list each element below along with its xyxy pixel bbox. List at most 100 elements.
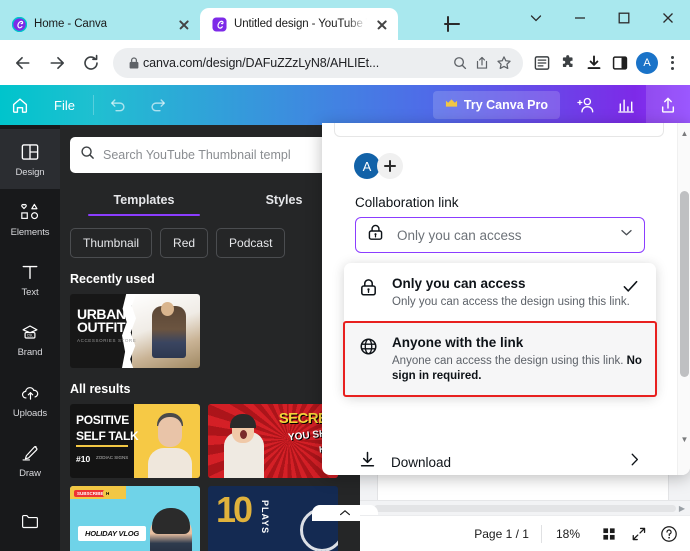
panel-tabs: Templates Styles [60, 187, 360, 216]
share-icon[interactable] [471, 52, 493, 74]
access-option-title: Only you can access [392, 276, 526, 291]
dropdown-scrollbar[interactable]: ▲ ▼ [677, 123, 690, 475]
template-card-holiday-vlog[interactable]: SUBSCRIBE H HOLIDAY VLOG [70, 486, 200, 551]
scroll-down-arrow[interactable]: ▼ [680, 433, 689, 445]
expand-arrows-icon[interactable] [624, 519, 654, 549]
share-dropdown-content: A Collaboration link Only you can access [322, 123, 674, 475]
scroll-right-arrow[interactable]: ▶ [676, 503, 688, 514]
folder-icon [20, 510, 40, 532]
template-figure-head [158, 417, 182, 447]
sidebar-item-uploads[interactable]: Uploads [0, 370, 60, 430]
canva-square-icon [212, 16, 227, 32]
template-figure-head [161, 302, 174, 316]
collaboration-link-heading: Collaboration link [355, 195, 459, 210]
access-option-only-you[interactable]: Only you can access Only you can access … [344, 263, 656, 322]
chip-thumbnail[interactable]: Thumbnail [70, 228, 153, 258]
undo-icon[interactable] [98, 85, 138, 125]
home-icon[interactable] [0, 85, 40, 125]
crown-icon [445, 98, 458, 112]
access-option-anyone-with-link[interactable]: Anyone with the link Anyone can access t… [343, 321, 657, 397]
template-title-line2: SELF TALK [76, 429, 139, 443]
canvas-horizontal-scrollbar[interactable]: ◀ ▶ [360, 500, 690, 515]
help-question-icon[interactable] [654, 519, 684, 549]
reload-icon[interactable] [75, 47, 107, 79]
download-icon [358, 450, 377, 474]
templates-panel: Search YouTube Thumbnail templ Templates… [60, 125, 360, 551]
maximize-icon[interactable] [602, 1, 646, 35]
canva-circle-icon [11, 16, 28, 32]
template-badge-secondary: H [103, 490, 113, 497]
try-canva-pro-button[interactable]: Try Canva Pro [432, 91, 560, 119]
address-bar-url: canva.com/design/DAFuZZzLyN8/AHLIEt... [143, 55, 380, 70]
plus-icon[interactable] [377, 153, 403, 179]
share-upload-icon[interactable] [646, 85, 690, 125]
star-icon[interactable] [493, 52, 515, 74]
side-panel-icon[interactable] [607, 48, 633, 78]
reading-list-icon[interactable] [529, 48, 555, 78]
browser-window: Home - Canva Untitled design - YouTube T… [0, 0, 690, 551]
template-small-text: ZODIAC SIGNS [96, 455, 129, 460]
chevron-down-icon[interactable] [619, 225, 634, 245]
recently-used-list: URBAN OUTFIT ACCESSORIES STORE [60, 294, 360, 368]
sidebar-item-brand[interactable]: CSL Brand [0, 310, 60, 370]
sidebar-item-text[interactable]: Text [0, 250, 60, 310]
sidebar-item-label: Draw [19, 468, 41, 480]
editor-statusbar: Page 1 / 1 18% [360, 515, 690, 551]
tab-templates[interactable]: Templates [64, 187, 224, 216]
access-option-text: Only you can access Only you can access … [392, 275, 642, 310]
profile-avatar[interactable]: A [636, 51, 658, 74]
download-menu-item[interactable]: Download [344, 441, 656, 475]
people-input-field[interactable] [334, 123, 664, 137]
tab-list: Home - Canva Untitled design - YouTube T… [0, 4, 398, 40]
collaboration-link-select[interactable]: Only you can access [355, 217, 645, 253]
back-arrow-icon[interactable] [7, 47, 39, 79]
new-tab-button[interactable] [440, 12, 464, 36]
template-card-positive-self-talk[interactable]: POSITIVE SELF TALK #10 ZODIAC SIGNS [70, 404, 200, 478]
all-results-heading: All results [70, 382, 131, 396]
scrollbar-track[interactable] [374, 505, 676, 512]
template-card-urban-outfit[interactable]: URBAN OUTFIT ACCESSORIES STORE [70, 294, 200, 368]
add-person-icon[interactable] [566, 85, 606, 125]
minimize-icon[interactable] [558, 1, 602, 35]
bar-chart-icon[interactable] [606, 85, 646, 125]
chip-red[interactable]: Red [160, 228, 209, 258]
close-icon[interactable] [176, 16, 192, 32]
forward-arrow-icon[interactable] [41, 47, 73, 79]
extensions-puzzle-icon[interactable] [555, 48, 581, 78]
grid-view-icon[interactable] [594, 519, 624, 549]
browser-toolbar: canva.com/design/DAFuZZzLyN8/AHLIEt... A [0, 40, 690, 85]
sidebar-item-draw[interactable]: Draw [0, 430, 60, 490]
chip-podcast[interactable]: Podcast [216, 228, 286, 258]
sidebar-item-projects[interactable] [0, 491, 60, 551]
file-menu-button[interactable]: File [40, 98, 89, 113]
sidebar-item-design[interactable]: Design [0, 129, 60, 190]
close-icon[interactable] [374, 16, 390, 32]
access-option-description: Anyone can access the design using this … [392, 354, 642, 384]
shapes-icon [19, 201, 41, 223]
redo-icon[interactable] [138, 85, 178, 125]
browser-tab-home-canva[interactable]: Home - Canva [0, 8, 200, 40]
access-option-description-normal: Anyone can access the design using this … [392, 355, 627, 367]
access-option-description: Only you can access the design using thi… [392, 296, 630, 308]
template-tag: #10 [76, 454, 91, 464]
template-card-secret[interactable]: SECRET YOU SHO KN [208, 404, 338, 478]
scrollbar-thumb[interactable] [680, 191, 689, 377]
downloads-icon[interactable] [581, 48, 607, 78]
sidebar-item-elements[interactable]: Elements [0, 189, 60, 249]
search-container: Search YouTube Thumbnail templ [60, 125, 360, 173]
address-bar[interactable]: canva.com/design/DAFuZZzLyN8/AHLIEt... [113, 47, 523, 78]
zoom-level[interactable]: 18% [542, 527, 594, 541]
chevron-down-icon[interactable] [514, 1, 558, 35]
browser-tabstrip: Home - Canva Untitled design - YouTube T… [0, 0, 690, 40]
browser-tab-untitled-design[interactable]: Untitled design - YouTube Th [200, 8, 398, 40]
tab-label: Styles [265, 193, 303, 207]
scroll-up-arrow[interactable]: ▲ [680, 127, 689, 139]
three-dot-menu-icon[interactable] [661, 48, 683, 78]
globe-icon [358, 334, 380, 384]
layout-panels-icon [20, 141, 40, 163]
search-input[interactable]: Search YouTube Thumbnail templ [70, 137, 350, 173]
access-options-menu: Only you can access Only you can access … [343, 263, 657, 397]
sidebar-item-label: Design [15, 166, 45, 178]
page-zoom-icon[interactable] [449, 52, 471, 74]
close-icon[interactable] [646, 1, 690, 35]
